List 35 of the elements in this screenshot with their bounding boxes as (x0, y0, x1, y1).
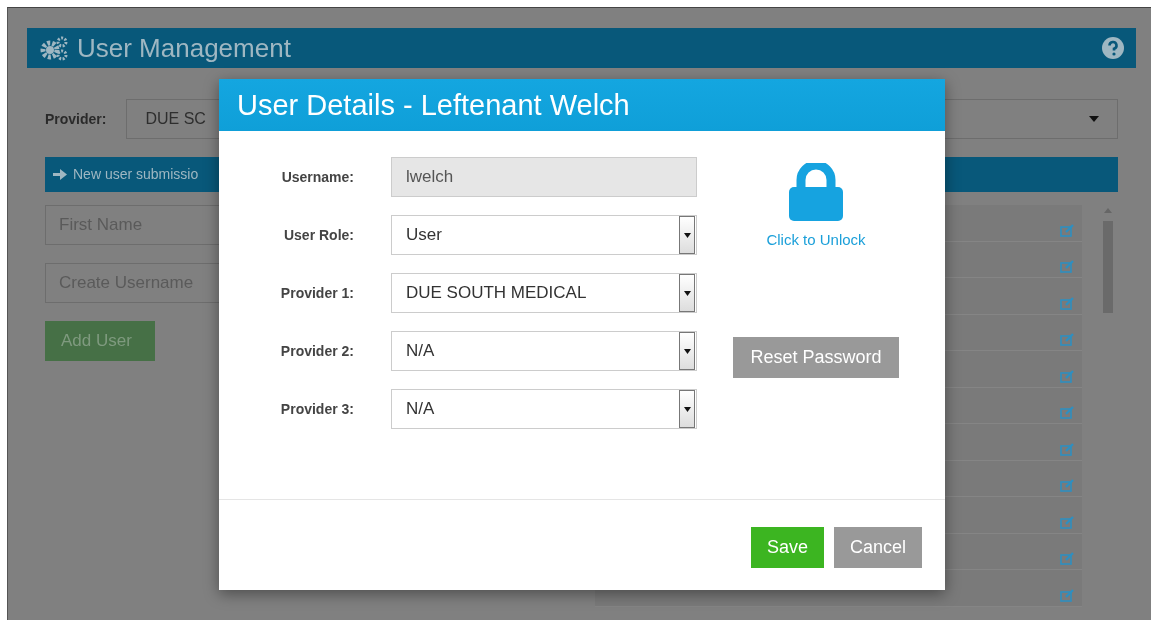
select-field[interactable]: N/A (391, 331, 697, 371)
help-icon[interactable] (1102, 37, 1124, 59)
field-label: Provider 1: (279, 283, 355, 303)
select-field[interactable]: User (391, 215, 697, 255)
gears-icon (39, 35, 69, 61)
edit-icon[interactable] (1060, 406, 1075, 419)
field-label: Provider 2: (279, 341, 355, 361)
edit-icon[interactable] (1060, 442, 1075, 456)
edit-icon[interactable] (1060, 223, 1075, 237)
caret-icon (683, 290, 691, 296)
edit-icon[interactable] (1060, 479, 1075, 492)
edit-icon[interactable] (1060, 296, 1075, 310)
dialog-title: User Details - Leftenant Welch (237, 90, 630, 120)
edit-icon[interactable] (1060, 260, 1075, 273)
provider-label: Provider: (45, 109, 107, 129)
edit-icon[interactable] (1060, 588, 1075, 602)
lock-icon[interactable] (789, 163, 843, 221)
caret-icon (1089, 116, 1099, 122)
caret-icon (683, 406, 691, 412)
arrow-icon (53, 168, 67, 181)
bar-title: New user submissio (73, 165, 199, 184)
edit-icon[interactable] (1060, 369, 1075, 383)
edit-icon[interactable] (1060, 333, 1075, 346)
caret-icon (683, 348, 691, 354)
field-label: User Role: (282, 225, 355, 245)
username-field[interactable]: lwelch (391, 157, 697, 197)
edit-icon[interactable] (1060, 515, 1075, 529)
unlock-link[interactable]: Click to Unlock (766, 229, 866, 252)
select-field[interactable]: N/A (391, 389, 697, 429)
caret-icon (683, 232, 691, 238)
field-label: Username: (280, 167, 355, 187)
edit-icon[interactable] (1060, 552, 1075, 565)
page-title: User Management (77, 35, 291, 61)
select-field[interactable]: DUE SOUTH MEDICAL (391, 273, 697, 313)
field-label: Provider 3: (279, 399, 355, 419)
